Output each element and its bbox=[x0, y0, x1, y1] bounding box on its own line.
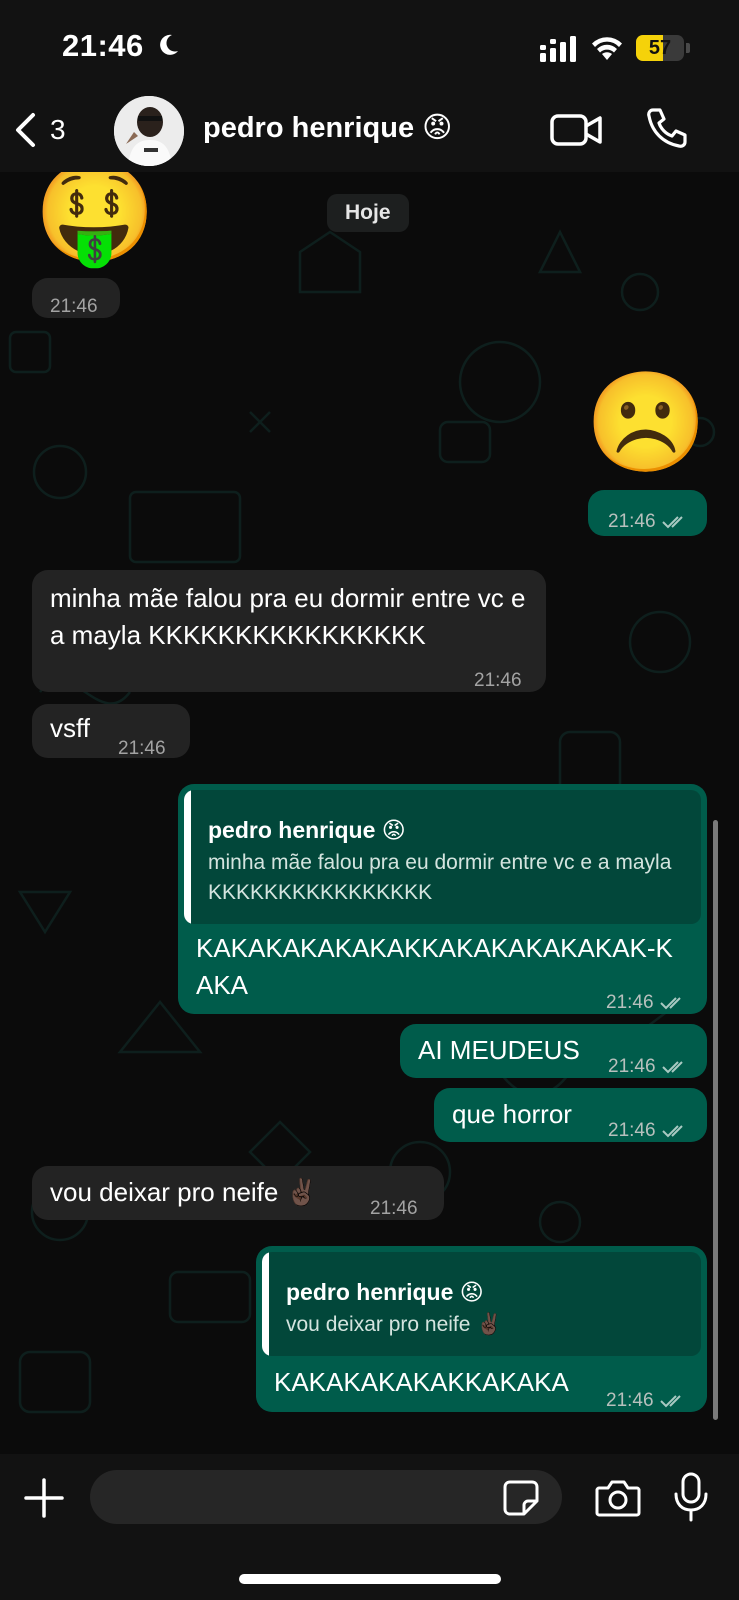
status-time: 21:46 bbox=[62, 28, 144, 63]
message-text: minha mãe falou pra eu dormir entre vc e… bbox=[50, 583, 526, 650]
chevron-left-icon bbox=[16, 113, 35, 147]
message-time: 21:46 bbox=[608, 1120, 656, 1141]
scrollbar[interactable] bbox=[713, 820, 718, 1420]
message-time: 21:46 bbox=[118, 738, 166, 759]
message-time-chip: 21:46 bbox=[588, 490, 707, 536]
message-time: 21:46 bbox=[606, 1390, 654, 1411]
emoji-message: ☹️ bbox=[585, 366, 708, 480]
cellular-signal-icon bbox=[540, 36, 576, 62]
wifi-icon bbox=[592, 37, 622, 60]
message-outgoing-reply[interactable]: pedro henrique 😡 minha mãe falou pra eu … bbox=[178, 784, 707, 1014]
message-text: que horror bbox=[452, 1099, 572, 1129]
message-time-wrap: 21:46 bbox=[606, 984, 686, 1021]
message-outgoing[interactable]: que horror 21:46 bbox=[434, 1088, 707, 1142]
message-time: 21:46 bbox=[608, 511, 656, 532]
quoted-message[interactable]: pedro henrique 😡 vou deixar pro neife ✌🏿 bbox=[262, 1252, 701, 1356]
status-bar: 21:46 57 bbox=[0, 0, 739, 90]
message-text: KAKAKAKAKAKKAKAKA bbox=[274, 1367, 569, 1397]
date-chip: Hoje bbox=[327, 194, 409, 232]
chat-area[interactable]: Hoje 🤑 21:46 ☹️ 21:46 minha mãe falou pr… bbox=[0, 172, 739, 1454]
home-indicator bbox=[239, 1574, 501, 1584]
emoji-message: 🤑 bbox=[34, 172, 157, 270]
message-incoming[interactable]: vsff 21:46 bbox=[32, 704, 190, 759]
video-call-icon[interactable] bbox=[550, 110, 602, 150]
message-incoming[interactable]: minha mãe falou pra eu dormir entre vc e… bbox=[32, 570, 546, 692]
quoted-text: vou deixar pro neife ✌🏿 bbox=[286, 1313, 503, 1336]
message-time-wrap: 21:46 bbox=[608, 503, 688, 540]
quoted-sender: pedro henrique 😡 bbox=[286, 1279, 484, 1305]
phone-icon[interactable] bbox=[645, 106, 689, 150]
message-time-chip: 21:46 bbox=[32, 278, 120, 318]
contact-name[interactable]: pedro henrique 😡 bbox=[203, 110, 452, 145]
battery-percent: 57 bbox=[648, 37, 672, 59]
message-incoming[interactable]: vou deixar pro neife ✌🏿 21:46 bbox=[32, 1166, 444, 1220]
message-time: 21:46 bbox=[606, 992, 654, 1013]
camera-icon[interactable] bbox=[595, 1478, 641, 1518]
unread-count: 3 bbox=[50, 114, 66, 145]
avatar[interactable] bbox=[114, 96, 184, 166]
message-input[interactable] bbox=[90, 1470, 562, 1524]
double-check-icon bbox=[661, 516, 683, 529]
chat-header: 3 pedro henrique 😡 bbox=[0, 90, 739, 172]
message-text: vsff bbox=[50, 713, 90, 743]
double-check-icon bbox=[661, 1061, 683, 1074]
sticker-icon[interactable] bbox=[502, 1479, 540, 1517]
message-text: vou deixar pro neife ✌🏿 bbox=[50, 1177, 318, 1207]
message-time-wrap: 21:46 bbox=[608, 1048, 688, 1085]
double-check-icon bbox=[659, 1395, 681, 1408]
message-outgoing-reply[interactable]: pedro henrique 😡 vou deixar pro neife ✌🏿… bbox=[256, 1246, 707, 1412]
quote-bar bbox=[262, 1252, 269, 1356]
input-bar bbox=[0, 1454, 739, 1600]
quote-bar bbox=[184, 790, 191, 924]
battery-indicator: 57 bbox=[636, 35, 690, 61]
message-time: 21:46 bbox=[474, 670, 522, 691]
avatar-photo bbox=[114, 96, 184, 166]
quoted-sender: pedro henrique 😡 bbox=[208, 817, 406, 843]
message-text: AI MEUDEUS bbox=[418, 1035, 580, 1065]
plus-icon[interactable] bbox=[22, 1476, 66, 1520]
message-outgoing[interactable]: AI MEUDEUS 21:46 bbox=[400, 1024, 707, 1078]
back-button[interactable]: 3 bbox=[12, 102, 82, 158]
message-time: 21:46 bbox=[370, 1198, 418, 1219]
message-time-wrap: 21:46 bbox=[606, 1382, 686, 1419]
message-time-wrap: 21:46 bbox=[608, 1112, 688, 1149]
double-check-icon bbox=[661, 1125, 683, 1138]
moon-icon bbox=[160, 34, 178, 55]
message-time: 21:46 bbox=[608, 1056, 656, 1077]
microphone-icon[interactable] bbox=[672, 1472, 710, 1522]
message-outgoing[interactable]: ☹️ bbox=[585, 362, 708, 492]
quoted-message[interactable]: pedro henrique 😡 minha mãe falou pra eu … bbox=[184, 790, 701, 924]
double-check-icon bbox=[659, 997, 681, 1010]
message-time: 21:46 bbox=[50, 296, 98, 317]
quoted-text: minha mãe falou pra eu dormir entre vc e… bbox=[208, 851, 672, 904]
